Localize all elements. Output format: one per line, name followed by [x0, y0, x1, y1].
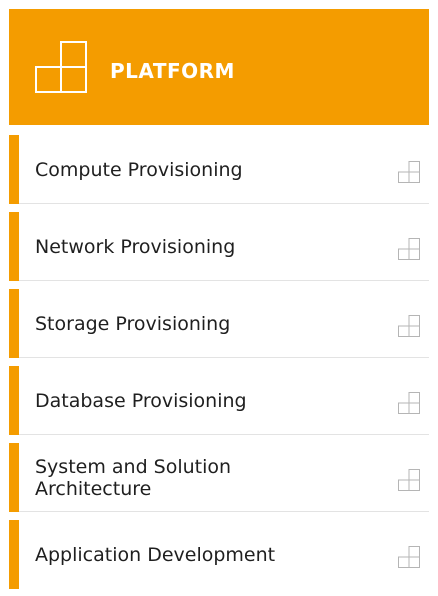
blocks-icon — [398, 468, 420, 491]
blocks-icon — [398, 545, 420, 568]
menu-item-label: System and Solution Architecture — [35, 455, 232, 500]
menu-item-label: Storage Provisioning — [35, 312, 231, 335]
platform-menu: Compute Provisioning Network Provisionin… — [9, 135, 429, 589]
menu-item-system-and-solution-architecture[interactable]: System and Solution Architecture — [9, 443, 429, 512]
menu-item-storage-provisioning[interactable]: Storage Provisioning — [9, 289, 429, 358]
menu-item-compute-provisioning[interactable]: Compute Provisioning — [9, 135, 429, 204]
menu-item-database-provisioning[interactable]: Database Provisioning — [9, 366, 429, 435]
menu-item-label: Network Provisioning — [35, 235, 236, 258]
blocks-icon — [35, 41, 87, 93]
platform-panel: PLATFORM Compute Provisioning Network Pr… — [9, 9, 429, 589]
menu-item-accent — [9, 366, 19, 435]
panel-header: PLATFORM — [9, 9, 429, 125]
menu-item-accent — [9, 443, 19, 512]
blocks-icon — [398, 237, 420, 260]
menu-item-divider — [19, 203, 429, 204]
menu-item-accent — [9, 135, 19, 204]
menu-item-divider — [19, 357, 429, 358]
menu-item-accent — [9, 212, 19, 281]
menu-item-divider — [19, 280, 429, 281]
panel-title: PLATFORM — [110, 59, 235, 83]
blocks-icon — [398, 314, 420, 337]
menu-item-label: Database Provisioning — [35, 389, 247, 412]
menu-item-divider — [19, 511, 429, 512]
menu-item-divider — [19, 434, 429, 435]
menu-item-label: Compute Provisioning — [35, 158, 243, 181]
menu-item-network-provisioning[interactable]: Network Provisioning — [9, 212, 429, 281]
blocks-icon — [398, 391, 420, 414]
menu-item-accent — [9, 520, 19, 589]
menu-item-label: Application Development — [35, 543, 276, 566]
menu-item-application-development[interactable]: Application Development — [9, 520, 429, 589]
blocks-icon — [398, 160, 420, 183]
menu-item-accent — [9, 289, 19, 358]
